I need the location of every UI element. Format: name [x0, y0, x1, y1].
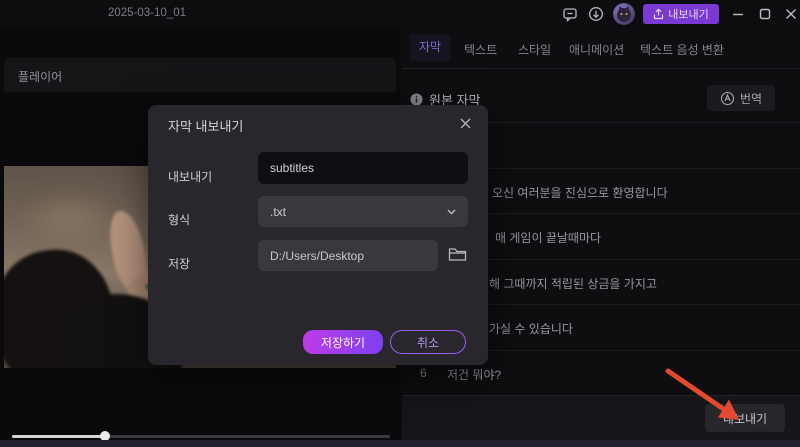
- save-path-input[interactable]: [258, 240, 438, 271]
- share-icon: [654, 8, 664, 20]
- seek-bar-fill: [12, 435, 105, 438]
- browse-folder-icon[interactable]: [446, 244, 468, 266]
- project-title: 2025-03-10_01: [108, 7, 187, 19]
- tab-animation[interactable]: 애니메이션: [569, 41, 624, 58]
- export-dialog: 자막 내보내기 내보내기 형식 .txt 저장 저장하기 취소: [148, 105, 488, 365]
- tabs-bar: 자막 텍스트 스타일 애니메이션 텍스트 음성 변환: [402, 28, 800, 69]
- app-window: 2025-03-10_01 내보내기 플레이어 자막 텍스트 스타일 애니메이션…: [0, 0, 800, 447]
- format-label: 형식: [168, 213, 191, 227]
- export-button-top[interactable]: 내보내기: [643, 4, 719, 24]
- format-select[interactable]: .txt: [258, 196, 468, 227]
- seek-bar[interactable]: [12, 435, 390, 438]
- player-header: 플레이어: [4, 58, 396, 92]
- maximize-icon[interactable]: [757, 6, 773, 22]
- dialog-title: 자막 내보내기: [168, 119, 244, 134]
- dialog-close-icon[interactable]: [459, 117, 473, 131]
- translate-button[interactable]: 번역: [707, 85, 775, 111]
- tab-subtitle[interactable]: 자막: [410, 34, 451, 61]
- close-icon[interactable]: [783, 6, 799, 22]
- filename-input[interactable]: [258, 152, 468, 184]
- user-avatar[interactable]: [613, 3, 635, 25]
- cancel-button[interactable]: 취소: [390, 330, 466, 354]
- feedback-icon[interactable]: [562, 6, 578, 22]
- tab-text[interactable]: 텍스트: [464, 41, 497, 58]
- titlebar: 2025-03-10_01 내보내기: [0, 0, 800, 28]
- player-title: 플레이어: [18, 70, 63, 84]
- bottom-strip: [0, 440, 800, 447]
- filename-label: 내보내기: [168, 170, 213, 184]
- translate-icon: [720, 91, 735, 105]
- minimize-icon[interactable]: [730, 6, 746, 22]
- export-subtitles-button[interactable]: 내보내기: [705, 404, 785, 432]
- tab-style[interactable]: 스타일: [518, 41, 551, 58]
- save-path-label: 저장: [168, 257, 191, 271]
- chevron-down-icon: [447, 209, 456, 215]
- tab-tts[interactable]: 텍스트 음성 변환: [640, 41, 724, 58]
- save-confirm-button[interactable]: 저장하기: [303, 330, 383, 354]
- download-icon[interactable]: [588, 6, 604, 22]
